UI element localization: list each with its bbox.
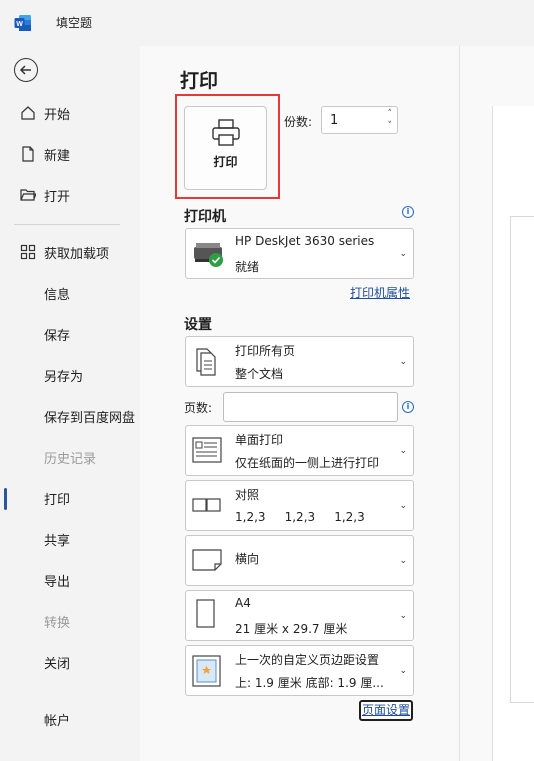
nav-info-label: 信息 — [44, 287, 71, 303]
nav-save[interactable]: 保存 — [0, 314, 140, 354]
printer-name: HP DeskJet 3630 series — [235, 234, 375, 248]
addins-icon — [20, 244, 36, 260]
nav-history: 历史记录 — [0, 437, 140, 477]
chevron-down-icon: ⌄ — [399, 357, 407, 367]
word-icon: W — [14, 15, 31, 31]
nav-home-label: 开始 — [44, 107, 71, 123]
copies-label: 份数: — [284, 115, 313, 129]
nav-print[interactable]: 打印 — [0, 478, 140, 518]
print-panel: 打印 打印 份数: 1 ˄ ˅ 打印机 i HP DeskJet 3630 ser… — [140, 46, 534, 761]
chevron-down-icon: ⌄ — [399, 446, 407, 456]
nav-new-label: 新建 — [44, 148, 71, 164]
document-title: 填空题 — [56, 16, 93, 30]
open-folder-icon — [20, 189, 36, 201]
printer-device-icon — [194, 243, 223, 267]
paper-size-dropdown[interactable]: A4 21 厘米 x 29.7 厘米 ⌄ — [185, 590, 414, 641]
nav-save-to-baidu-label: 保存到百度网盘 — [44, 410, 136, 426]
svg-text:W: W — [16, 21, 23, 28]
chevron-down-icon: ⌄ — [399, 556, 407, 566]
orientation-dropdown[interactable]: 横向 ⌄ — [185, 535, 414, 586]
orientation-title: 横向 — [235, 552, 260, 566]
print-range-subtitle: 整个文档 — [235, 367, 284, 381]
collate-subtitle: 1,2,3 1,2,3 1,2,3 — [235, 510, 365, 524]
nav-export[interactable]: 导出 — [0, 560, 140, 600]
title-bar: W 填空题 — [0, 0, 534, 46]
margins-subtitle: 上: 1.9 厘米 底部: 1.9 厘... — [235, 676, 384, 690]
margins-icon — [192, 655, 221, 687]
nav-addins-label: 获取加载项 — [44, 246, 110, 262]
back-arrow-icon — [19, 65, 31, 75]
margins-dropdown[interactable]: 上一次的自定义页边距设置 上: 1.9 厘米 底部: 1.9 厘... ⌄ — [185, 645, 414, 696]
sides-title: 单面打印 — [235, 433, 284, 447]
sides-subtitle: 仅在纸面的一侧上进行打印 — [235, 456, 380, 470]
landscape-icon — [192, 549, 222, 571]
nav-convert-label: 转换 — [44, 615, 71, 631]
page-setup-link[interactable]: 页面设置 — [359, 700, 413, 721]
collate-dropdown[interactable]: 对照 1,2,3 1,2,3 1,2,3 ⌄ — [185, 480, 414, 531]
nav-convert: 转换 — [0, 601, 140, 641]
nav-save-to-baidu[interactable]: 保存到百度网盘 — [0, 396, 140, 436]
copies-spinner[interactable]: 1 ˄ ˅ — [321, 106, 398, 134]
nav-open-label: 打开 — [44, 189, 71, 205]
print-button-label: 打印 — [213, 155, 238, 169]
page-title: 打印 — [180, 70, 219, 92]
nav-open[interactable]: 打开 — [0, 175, 140, 215]
nav-save-as[interactable]: 另存为 — [0, 355, 140, 395]
chevron-down-icon: ⌄ — [399, 611, 407, 621]
printer-dropdown[interactable]: HP DeskJet 3630 series 就绪 ⌄ — [185, 228, 414, 279]
paper-size-subtitle: 21 厘米 x 29.7 厘米 — [235, 622, 348, 636]
print-range-title: 打印所有页 — [235, 344, 296, 358]
paper-icon — [196, 599, 215, 628]
nav-share-label: 共享 — [44, 533, 71, 549]
nav-account-label: 帐户 — [44, 713, 71, 729]
collate-title: 对照 — [235, 488, 260, 502]
paper-size-title: A4 — [235, 596, 251, 610]
copies-value: 1 — [330, 113, 339, 128]
margins-title: 上一次的自定义页边距设置 — [235, 653, 380, 667]
nav-share[interactable]: 共享 — [0, 519, 140, 559]
pages-label: 页数: — [184, 401, 213, 415]
sides-dropdown[interactable]: 单面打印 仅在纸面的一侧上进行打印 ⌄ — [185, 425, 414, 476]
printer-status: 就绪 — [235, 260, 260, 274]
printer-icon — [212, 119, 240, 146]
settings-heading: 设置 — [184, 317, 212, 333]
nav-new[interactable]: 新建 — [0, 134, 140, 174]
panel-divider — [459, 46, 460, 761]
nav-save-as-label: 另存为 — [44, 369, 84, 385]
nav-account[interactable]: 帐户 — [0, 699, 140, 739]
new-doc-icon — [22, 146, 34, 162]
chevron-down-icon: ⌄ — [399, 501, 407, 511]
nav-addins[interactable]: 获取加载项 — [0, 232, 140, 272]
single-sided-icon — [192, 437, 222, 463]
home-icon — [21, 106, 35, 120]
collate-icon — [192, 498, 221, 512]
nav-home[interactable]: 开始 — [0, 93, 140, 133]
info-icon[interactable]: i — [402, 401, 414, 413]
sidebar-divider — [14, 224, 120, 225]
printer-properties-link[interactable]: 打印机属性 — [350, 284, 410, 301]
chevron-down-icon: ⌄ — [399, 666, 407, 676]
chevron-down-icon: ⌄ — [399, 249, 407, 259]
backstage-sidebar: 开始 新建 打开 获取加载项 信息 保存 另存为 保存到百度网盘 历史记录 打印… — [0, 46, 140, 761]
nav-export-label: 导出 — [44, 574, 71, 590]
pages-input[interactable] — [223, 392, 398, 422]
nav-history-label: 历史记录 — [44, 451, 97, 467]
preview-page — [510, 216, 534, 703]
nav-close[interactable]: 关闭 — [0, 642, 140, 682]
nav-info[interactable]: 信息 — [0, 273, 140, 313]
nav-close-label: 关闭 — [44, 656, 71, 672]
nav-print-label: 打印 — [44, 492, 71, 508]
spinner-arrows-icon[interactable]: ˄ ˅ — [388, 108, 393, 132]
printer-heading: 打印机 — [184, 209, 226, 225]
info-icon[interactable]: i — [402, 206, 414, 218]
print-range-dropdown[interactable]: 打印所有页 整个文档 ⌄ — [185, 336, 414, 387]
pages-icon — [196, 348, 216, 376]
nav-save-label: 保存 — [44, 328, 71, 344]
back-button[interactable] — [14, 58, 38, 82]
print-button[interactable]: 打印 — [184, 106, 267, 190]
